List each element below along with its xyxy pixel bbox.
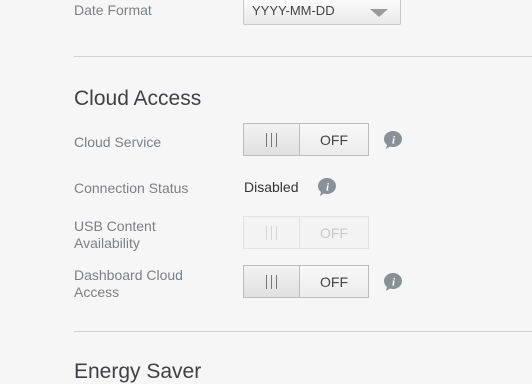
connection-status-value: Disabled [244,179,299,195]
cloud-service-toggle[interactable]: OFF [243,123,369,156]
date-format-value: YYYY-MM-DD [252,3,335,18]
date-format-select[interactable]: YYYY-MM-DD [243,0,401,25]
cloud-service-state: OFF [300,124,368,155]
cloud-access-title: Cloud Access [74,87,202,110]
section-divider [74,56,532,57]
section-divider [74,331,532,332]
connection-status-label: Connection Status [74,180,189,196]
chevron-down-icon [370,9,388,17]
usb-content-state: OFF [300,217,368,248]
energy-saver-title: Energy Saver [74,360,202,383]
dashboard-cloud-state: OFF [300,266,368,297]
usb-content-label: USB Content Availability [74,218,156,251]
toggle-grip-icon [244,266,300,297]
toggle-grip-icon [244,124,300,155]
info-icon[interactable]: i [383,130,403,150]
usb-content-toggle: OFF [243,216,369,249]
info-icon[interactable]: i [317,177,337,197]
cloud-service-label: Cloud Service [74,134,162,150]
dashboard-cloud-label: Dashboard Cloud Access [74,267,183,300]
date-format-label: Date Format [74,2,152,18]
dashboard-cloud-toggle[interactable]: OFF [243,265,369,298]
info-icon[interactable]: i [383,272,403,292]
toggle-grip-icon [244,217,300,248]
